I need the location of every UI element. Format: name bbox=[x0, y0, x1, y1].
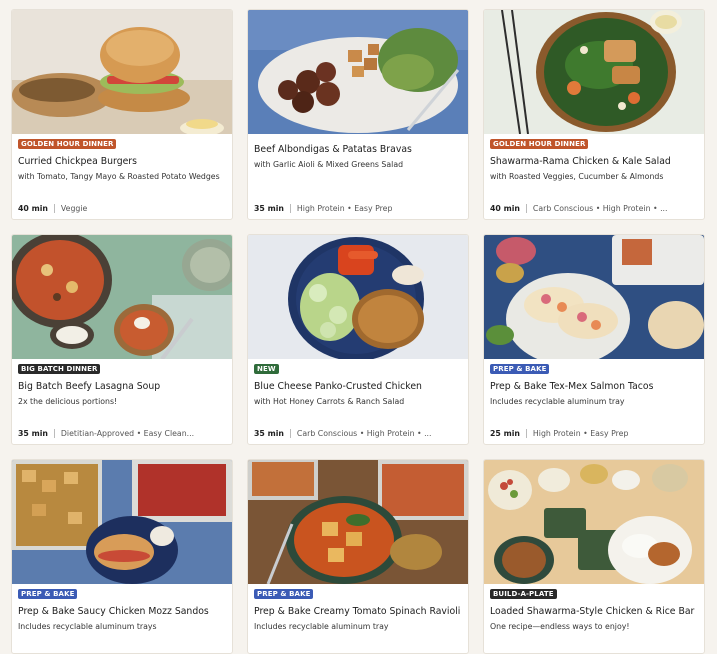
badge-label: PREP & BAKE bbox=[254, 589, 314, 599]
recipe-card[interactable]: BUILD-A-PLATE Loaded Shawarma-Style Chic… bbox=[483, 459, 705, 654]
recipe-card[interactable]: PREP & BAKE Prep & Bake Saucy Chicken Mo… bbox=[11, 459, 233, 654]
recipe-subtitle: with Hot Honey Carrots & Ranch Salad bbox=[254, 397, 405, 406]
recipe-card[interactable]: PREP & BAKE Prep & Bake Creamy Tomato Sp… bbox=[247, 459, 469, 654]
recipe-photo-lasagna-soup[interactable] bbox=[12, 235, 232, 359]
recipe-meta: 35 min High Protein • Easy Prep bbox=[254, 204, 464, 213]
recipe-card[interactable]: GOLDEN HOUR DINNER Curried Chickpea Burg… bbox=[11, 9, 233, 220]
recipe-photo-chickpea-burger[interactable] bbox=[12, 10, 232, 134]
meta-divider bbox=[289, 204, 291, 213]
recipe-meta: 35 min Dietitian-Approved • Easy Clean..… bbox=[18, 429, 228, 438]
recipe-meta: 25 min High Protein • Easy Prep bbox=[490, 429, 700, 438]
recipe-title[interactable]: Prep & Bake Saucy Chicken Mozz Sandos bbox=[18, 606, 228, 617]
badge-label: NEW bbox=[254, 364, 279, 374]
recipe-meta: 40 min Carb Conscious • High Protein • .… bbox=[490, 204, 700, 213]
meta-divider bbox=[289, 429, 291, 438]
recipe-photo-mozz-sandos[interactable] bbox=[12, 460, 232, 584]
recipe-title[interactable]: Prep & Bake Creamy Tomato Spinach Raviol… bbox=[254, 606, 464, 617]
recipe-photo-panko-chicken[interactable] bbox=[248, 235, 468, 359]
badge-label: PREP & BAKE bbox=[18, 589, 78, 599]
recipe-subtitle: with Roasted Veggies, Cucumber & Almonds bbox=[490, 172, 664, 181]
recipe-title[interactable]: Shawarma-Rama Chicken & Kale Salad bbox=[490, 156, 700, 167]
recipe-subtitle: 2x the delicious portions! bbox=[18, 397, 118, 406]
recipe-title[interactable]: Curried Chickpea Burgers bbox=[18, 156, 228, 167]
recipe-subtitle: Includes recyclable aluminum tray bbox=[490, 397, 625, 406]
recipe-title[interactable]: Big Batch Beefy Lasagna Soup bbox=[18, 381, 228, 392]
meta-divider bbox=[525, 204, 527, 213]
cook-time: 35 min bbox=[18, 429, 48, 438]
cook-time: 40 min bbox=[18, 204, 48, 213]
badge-label: BUILD-A-PLATE bbox=[490, 589, 557, 599]
recipe-photo-salmon-tacos[interactable] bbox=[484, 235, 704, 359]
cook-time: 35 min bbox=[254, 429, 284, 438]
recipe-tags: High Protein • Easy Prep bbox=[532, 429, 629, 438]
recipe-title[interactable]: Beef Albondigas & Patatas Bravas bbox=[254, 144, 464, 155]
recipe-subtitle: Includes recyclable aluminum trays bbox=[18, 622, 157, 631]
recipe-title[interactable]: Prep & Bake Tex-Mex Salmon Tacos bbox=[490, 381, 700, 392]
recipe-title[interactable]: Blue Cheese Panko-Crusted Chicken bbox=[254, 381, 464, 392]
recipe-tags: Carb Conscious • High Protein • ... bbox=[296, 429, 432, 438]
recipe-card[interactable]: NEW Blue Cheese Panko-Crusted Chicken wi… bbox=[247, 234, 469, 445]
cook-time: 40 min bbox=[490, 204, 520, 213]
recipe-subtitle: with Tomato, Tangy Mayo & Roasted Potato… bbox=[18, 172, 220, 181]
badge-label: GOLDEN HOUR DINNER bbox=[18, 139, 117, 149]
badge-label: GOLDEN HOUR DINNER bbox=[490, 139, 589, 149]
recipe-photo-rice-bar[interactable] bbox=[484, 460, 704, 584]
recipe-card[interactable]: Beef Albondigas & Patatas Bravas with Ga… bbox=[247, 9, 469, 220]
recipe-subtitle: with Garlic Aioli & Mixed Greens Salad bbox=[254, 160, 404, 169]
cook-time: 25 min bbox=[490, 429, 520, 438]
recipe-tags: Dietitian-Approved • Easy Clean... bbox=[60, 429, 195, 438]
recipe-tags: Carb Conscious • High Protein • ... bbox=[532, 204, 668, 213]
recipe-photo-kale-salad[interactable] bbox=[484, 10, 704, 134]
recipe-photo-albondigas[interactable] bbox=[248, 10, 468, 134]
badge-label: BIG BATCH DINNER bbox=[18, 364, 101, 374]
recipe-tags: High Protein • Easy Prep bbox=[296, 204, 393, 213]
meta-divider bbox=[53, 429, 55, 438]
meta-divider bbox=[53, 204, 55, 213]
recipe-meta: 35 min Carb Conscious • High Protein • .… bbox=[254, 429, 464, 438]
recipe-card[interactable]: GOLDEN HOUR DINNER Shawarma-Rama Chicken… bbox=[483, 9, 705, 220]
recipe-subtitle: One recipe—endless ways to enjoy! bbox=[490, 622, 630, 631]
cook-time: 35 min bbox=[254, 204, 284, 213]
recipe-card[interactable]: BIG BATCH DINNER Big Batch Beefy Lasagna… bbox=[11, 234, 233, 445]
badge-label: PREP & BAKE bbox=[490, 364, 550, 374]
recipe-title[interactable]: Loaded Shawarma-Style Chicken & Rice Bar bbox=[490, 606, 700, 617]
recipe-meta: 40 min Veggie bbox=[18, 204, 228, 213]
recipe-tags: Veggie bbox=[60, 204, 88, 213]
recipe-subtitle: Includes recyclable aluminum tray bbox=[254, 622, 389, 631]
recipe-grid: GOLDEN HOUR DINNER Curried Chickpea Burg… bbox=[0, 0, 717, 654]
recipe-photo-ravioli[interactable] bbox=[248, 460, 468, 584]
meta-divider bbox=[525, 429, 527, 438]
recipe-card[interactable]: PREP & BAKE Prep & Bake Tex-Mex Salmon T… bbox=[483, 234, 705, 445]
